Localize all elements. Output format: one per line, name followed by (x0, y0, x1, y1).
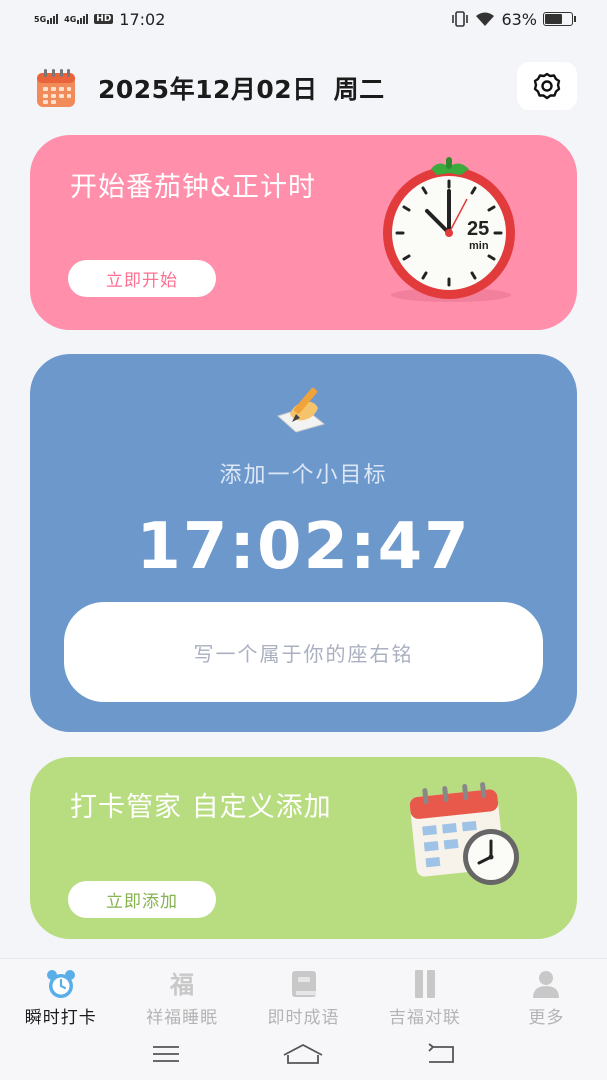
tomato-timer-icon: 25 min (383, 157, 515, 302)
add-now-button[interactable]: 立即添加 (68, 881, 216, 918)
tab-more[interactable]: 更多 (486, 959, 607, 1028)
date-display: 2025年12月02日 周二 (98, 70, 401, 106)
checkin-title: 打卡管家 自定义添加 (70, 792, 332, 823)
network-2-label: 4G (64, 15, 77, 24)
alarm-clock-icon (45, 969, 77, 999)
wifi-icon (476, 12, 495, 26)
current-time-display: 17:02:47 (136, 510, 471, 584)
couplet-icon (409, 969, 441, 999)
status-bar: 5G 4G HD 17:02 63% (0, 0, 607, 38)
header: 2025年12月02日 周二 (34, 62, 577, 114)
calendar-clock-icon (409, 782, 519, 885)
status-time: 17:02 (119, 9, 166, 29)
writing-hand-icon (277, 387, 326, 433)
weekday-label: 周二 (333, 75, 385, 104)
vibrate-icon (452, 11, 469, 27)
hd-badge: HD (94, 14, 114, 24)
settings-button[interactable] (517, 62, 577, 110)
system-nav-bar (0, 1028, 607, 1080)
back-icon[interactable] (425, 1043, 457, 1065)
gear-icon (533, 72, 561, 100)
tab-idioms[interactable]: 即时成语 (243, 959, 364, 1028)
tab-label: 更多 (528, 1008, 565, 1028)
pomodoro-card[interactable]: 开始番茄钟&正计时 立即开始 25 min (30, 135, 577, 330)
person-icon (530, 969, 562, 999)
book-icon (288, 969, 320, 999)
start-now-button[interactable]: 立即开始 (68, 260, 216, 297)
signal-4g-icon: 4G (64, 14, 89, 24)
timer-unit: min (469, 240, 489, 252)
fu-character-icon: 福 (166, 969, 198, 999)
tab-label: 祥福睡眠 (146, 1008, 219, 1028)
status-right: 63% (451, 9, 576, 29)
battery-icon (543, 12, 576, 26)
tab-instant-checkin[interactable]: 瞬时打卡 (0, 959, 121, 1028)
menu-icon[interactable] (151, 1044, 181, 1064)
tab-label: 吉福对联 (388, 1008, 461, 1028)
calendar-icon (37, 69, 75, 107)
tab-couplets[interactable]: 吉福对联 (364, 959, 485, 1028)
tab-label: 瞬时打卡 (24, 1008, 97, 1028)
signal-5g-icon: 5G (34, 14, 59, 24)
bottom-tab-bar: 瞬时打卡 福 祥福睡眠 即时成语 吉福对联 更多 (0, 958, 607, 1028)
battery-percent: 63% (501, 9, 537, 29)
goal-card: 添加一个小目标 17:02:47 写一个属于你的座右铭 (30, 354, 577, 732)
network-1-label: 5G (34, 15, 47, 24)
motto-input[interactable]: 写一个属于你的座右铭 (64, 602, 543, 702)
add-goal-label[interactable]: 添加一个小目标 (30, 457, 577, 489)
tab-fortune-sleep[interactable]: 福 祥福睡眠 (121, 959, 242, 1028)
checkin-card[interactable]: 打卡管家 自定义添加 立即添加 (30, 757, 577, 939)
timer-badge: 25 (467, 218, 489, 240)
tab-label: 即时成语 (267, 1008, 340, 1028)
status-left: 5G 4G HD 17:02 (34, 10, 165, 29)
date-label: 2025年12月02日 (98, 75, 318, 104)
svg-text:福: 福 (169, 970, 194, 999)
home-icon[interactable] (282, 1043, 324, 1065)
pomodoro-title: 开始番茄钟&正计时 (70, 172, 317, 203)
